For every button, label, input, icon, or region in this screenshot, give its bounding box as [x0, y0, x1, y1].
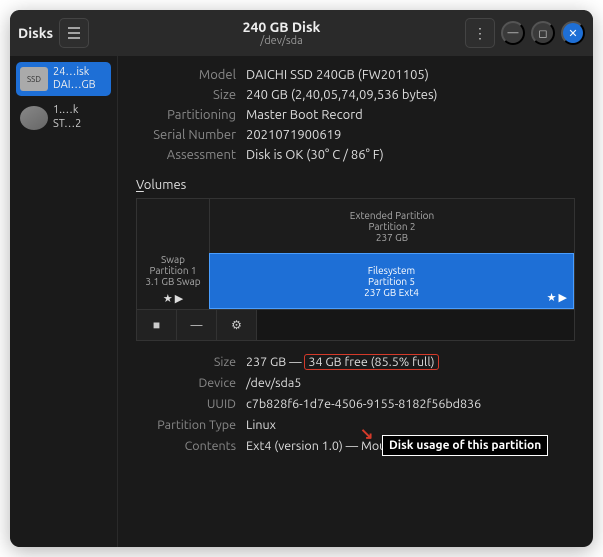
gear-icon: ⚙	[231, 318, 242, 332]
hamburger-icon	[67, 27, 81, 39]
disk-label-line1: 24…isk	[53, 66, 96, 79]
label-contents: Contents	[136, 439, 236, 453]
app-title: Disks	[18, 25, 53, 41]
annotation-arrow: ↘	[360, 424, 373, 443]
minimize-button[interactable]: —	[501, 21, 525, 45]
label-serial: Serial Number	[136, 128, 236, 142]
disk-path: /dev/sda	[118, 35, 445, 47]
value-p-size: 237 GB — 34 GB free (85.5% full)	[246, 355, 575, 369]
disks-window: Disks 240 GB Disk /dev/sda ⋮ — ◻ ✕ SSD 2…	[10, 10, 593, 547]
label-partitioning: Partitioning	[136, 108, 236, 122]
value-serial: 2021071900619	[246, 128, 575, 142]
fs-part: Partition 5	[368, 276, 415, 287]
fs-size: 237 GB Ext4	[364, 287, 419, 298]
annotation-callout: Disk usage of this partition	[382, 435, 548, 456]
disk-menu-button[interactable]: ⋮	[465, 18, 495, 48]
disk-title: 240 GB Disk	[118, 19, 445, 35]
label-device: Device	[136, 376, 236, 390]
volumes-box: Swap Partition 1 3.1 GB Swap ★▶ Extended…	[136, 198, 575, 341]
volumes-heading: Volumes	[136, 178, 575, 192]
unmount-button[interactable]: ■	[137, 310, 177, 340]
label-uuid: UUID	[136, 397, 236, 411]
ext-size: 237 GB	[376, 232, 408, 243]
sidebar-disk-ssd[interactable]: SSD 24…isk DAI…GB	[16, 62, 111, 96]
star-icon: ★	[547, 291, 557, 304]
hdd-icon	[20, 106, 48, 130]
swap-size: 3.1 GB Swap	[145, 276, 200, 287]
free-space-highlight: 34 GB free (85.5% full)	[304, 354, 438, 370]
body: SSD 24…isk DAI…GB 1.…k ST…2 Model DAICHI…	[10, 56, 593, 547]
value-ptype: Linux	[246, 418, 575, 432]
value-model: DAICHI SSD 240GB (FW201105)	[246, 68, 575, 82]
value-partitioning: Master Boot Record	[246, 108, 575, 122]
close-icon: ✕	[568, 27, 577, 40]
disk-info-table: Model DAICHI SSD 240GB (FW201105) Size 2…	[136, 68, 575, 162]
stop-icon: ■	[153, 318, 160, 332]
volume-toolbar: ■ — ⚙	[137, 309, 574, 340]
sidebar: SSD 24…isk DAI…GB 1.…k ST…2	[10, 56, 118, 547]
sidebar-disk-hdd[interactable]: 1.…k ST…2	[16, 100, 111, 134]
partition-extended[interactable]: Extended Partition Partition 2 237 GB	[209, 199, 574, 253]
content: Model DAICHI SSD 240GB (FW201105) Size 2…	[118, 56, 593, 547]
ext-part: Partition 2	[368, 221, 415, 232]
play-icon: ▶	[559, 291, 567, 304]
ssd-icon: SSD	[20, 67, 48, 91]
label-p-size: Size	[136, 355, 236, 369]
minimize-icon: —	[508, 27, 519, 39]
maximize-icon: ◻	[538, 27, 547, 40]
hamburger-menu-button[interactable]	[59, 18, 89, 48]
minus-icon: —	[191, 319, 203, 332]
swap-part: Partition 1	[149, 265, 196, 276]
close-button[interactable]: ✕	[561, 21, 585, 45]
maximize-button[interactable]: ◻	[531, 21, 555, 45]
partition-swap[interactable]: Swap Partition 1 3.1 GB Swap ★▶	[137, 199, 209, 309]
label-model: Model	[136, 68, 236, 82]
value-uuid: c7b828f6-1d7e-4506-9155-8182f56bd836	[246, 397, 575, 411]
disk-label-line1: 1.…k	[53, 104, 81, 117]
label-size: Size	[136, 88, 236, 102]
fs-name: Filesystem	[368, 265, 415, 276]
swap-name: Swap	[161, 254, 185, 265]
label-ptype: Partition Type	[136, 418, 236, 432]
delete-button[interactable]: —	[177, 310, 217, 340]
play-icon: ▶	[175, 292, 183, 305]
value-size: 240 GB (2,40,05,74,09,536 bytes)	[246, 88, 575, 102]
ext-name: Extended Partition	[350, 210, 435, 221]
value-device: /dev/sda5	[246, 376, 575, 390]
disk-label-line2: DAI…GB	[53, 79, 96, 92]
label-assessment: Assessment	[136, 148, 236, 162]
titlebar: Disks 240 GB Disk /dev/sda ⋮ — ◻ ✕	[10, 10, 593, 56]
star-icon: ★	[163, 292, 173, 305]
settings-button[interactable]: ⚙	[217, 310, 257, 340]
disk-label-line2: ST…2	[53, 118, 81, 131]
value-assessment: Disk is OK (30° C / 86° F)	[246, 148, 575, 162]
partition-filesystem[interactable]: Filesystem Partition 5 237 GB Ext4 ★▶	[209, 253, 574, 309]
kebab-icon: ⋮	[473, 25, 487, 42]
